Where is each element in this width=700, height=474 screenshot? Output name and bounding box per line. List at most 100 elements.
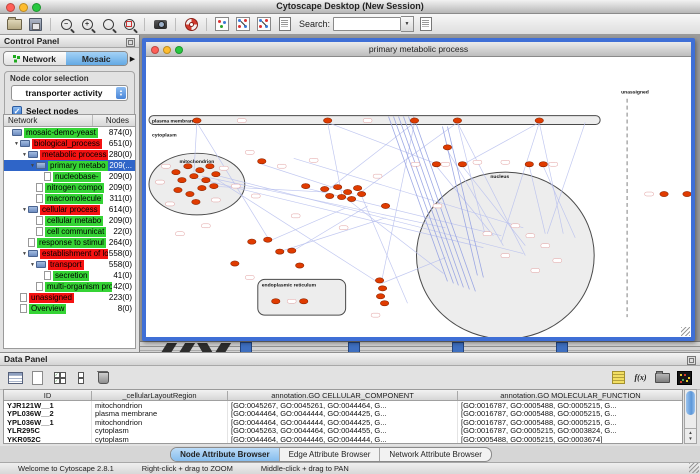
tree-item[interactable]: ▼metabolic process280(0): [4, 149, 135, 160]
table-row[interactable]: YKR052Ccytoplasm[GO:0044464, GO:0044446,…: [4, 435, 682, 444]
layout-icon: [236, 17, 250, 31]
snapshot-button[interactable]: [151, 16, 169, 33]
tab-overflow-arrow[interactable]: ▶: [128, 55, 137, 63]
network-zoom-button[interactable]: [175, 46, 183, 54]
network-canvas[interactable]: plasma membranecytoplasmmitochondrionnuc…: [146, 57, 691, 337]
attribute-browser-tabs: Node Attribute BrowserEdge Attribute Bro…: [0, 446, 700, 462]
browser-tab[interactable]: Edge Attribute Browser: [279, 448, 380, 461]
tree-item-count: 264(0): [108, 238, 135, 247]
folder-icon: [36, 261, 46, 268]
tab-network[interactable]: Network: [4, 52, 66, 65]
tree-item[interactable]: ▼transport558(0): [4, 259, 135, 270]
disclosure-triangle-icon[interactable]: ▼: [21, 207, 28, 213]
tree-item[interactable]: unassigned223(0): [4, 292, 135, 303]
network-view-titlebar[interactable]: primary metabolic process: [146, 42, 691, 57]
column-header[interactable]: ID: [4, 391, 92, 400]
help-button[interactable]: [182, 16, 200, 33]
disclosure-triangle-icon[interactable]: ▼: [21, 251, 28, 257]
scrollbar-thumb[interactable]: [686, 391, 695, 415]
network-close-button[interactable]: [151, 46, 159, 54]
tree-item[interactable]: multi-organism pro42(0): [4, 281, 135, 292]
tree-item[interactable]: Overview8(0): [4, 303, 135, 314]
tree-item[interactable]: cell communicat22(0): [4, 226, 135, 237]
tree-item-count: 41(0): [112, 271, 135, 280]
node-color-dropdown[interactable]: transporter activity ▲▼: [11, 85, 128, 101]
search-options-button[interactable]: [417, 16, 435, 33]
open-session-button[interactable]: [5, 16, 23, 33]
tree-item[interactable]: macromolecule311(0): [4, 193, 135, 204]
tree-item[interactable]: ▼cellular process614(0): [4, 204, 135, 215]
column-header[interactable]: annotation.GO MOLECULAR_FUNCTION: [458, 391, 683, 400]
zoom-selected-button[interactable]: [120, 16, 138, 33]
zoom-out-button[interactable]: −: [57, 16, 75, 33]
disclosure-triangle-icon[interactable]: ▼: [21, 152, 28, 158]
table-row[interactable]: YLR295Ccytoplasm[GO:0045263, GO:0044464,…: [4, 427, 682, 436]
network-file-icon: [20, 293, 27, 302]
layout-button[interactable]: [234, 16, 252, 33]
table-row[interactable]: YPL036W__1mitochondrion[GO:0044464, GO:0…: [4, 418, 682, 427]
tree-item[interactable]: ▼establishment of lo558(0): [4, 248, 135, 259]
float-panel-icon[interactable]: [126, 38, 135, 47]
svg-text:plasma membrane: plasma membrane: [152, 119, 196, 125]
close-button[interactable]: [6, 3, 15, 12]
tree-item[interactable]: response to stimul264(0): [4, 237, 135, 248]
tree-item[interactable]: mosaic-demo-yeast874(0): [4, 127, 135, 138]
browser-tab[interactable]: Network Attribute Browser: [379, 448, 490, 461]
search-dropdown-button[interactable]: ▼: [401, 16, 414, 32]
search-input[interactable]: [333, 17, 401, 31]
table-row[interactable]: YJR121W__1mitochondrion[GO:0045267, GO:0…: [4, 401, 682, 410]
attribute-matrix-button[interactable]: [676, 370, 693, 385]
delete-attribute-button[interactable]: [95, 370, 112, 385]
control-panel-header: Control Panel: [0, 35, 139, 48]
tree-item[interactable]: ▼primary metabo209(...: [4, 160, 135, 171]
function-builder-button[interactable]: f(x): [632, 370, 649, 385]
tree-item[interactable]: nitrogen compo209(0): [4, 182, 135, 193]
network-canvas-container: plasma membranecytoplasmmitochondrionnuc…: [146, 57, 691, 337]
float-panel-icon[interactable]: [687, 356, 696, 365]
scrollbar-arrows[interactable]: ▲▼: [685, 428, 696, 443]
attribute-list-button[interactable]: [610, 370, 627, 385]
import-attributes-button[interactable]: [654, 370, 671, 385]
column-header[interactable]: annotation.GO CELLULAR_COMPONENT: [228, 391, 458, 400]
attribute-sheet-button[interactable]: [7, 370, 24, 385]
window-title: Cytoscape Desktop (New Session): [0, 0, 700, 13]
zoom-button[interactable]: [32, 3, 41, 12]
tree-item[interactable]: cellular metabo209(0): [4, 215, 135, 226]
minimize-button[interactable]: [19, 3, 28, 12]
table-header-row: ID_cellularLayoutRegionannotation.GO CEL…: [4, 390, 682, 401]
table-row[interactable]: YPL036W__2plasma membrane[GO:0044464, GO…: [4, 410, 682, 419]
tree-item[interactable]: secretion41(0): [4, 270, 135, 281]
attribute-table: ID_cellularLayoutRegionannotation.GO CEL…: [3, 389, 683, 444]
tab-mosaic[interactable]: Mosaic: [66, 52, 128, 65]
network-resize-grip[interactable]: [681, 327, 690, 336]
zoom-fit-button[interactable]: [99, 16, 117, 33]
select-attributes-button[interactable]: ✓✓: [51, 370, 68, 385]
column-header[interactable]: _cellularLayoutRegion: [92, 391, 228, 400]
background-windows-strip[interactable]: [140, 341, 700, 352]
tree-item[interactable]: nucleobase-209(0): [4, 171, 135, 182]
save-session-button[interactable]: [26, 16, 44, 33]
disclosure-triangle-icon[interactable]: ▼: [29, 262, 36, 268]
zoom-in-button[interactable]: +: [78, 16, 96, 33]
tree-item-label: cell communicat: [45, 227, 106, 237]
browser-tab[interactable]: Node Attribute Browser: [171, 448, 279, 461]
annotation-button[interactable]: [276, 16, 294, 33]
toolbar-separator: [50, 18, 51, 31]
new-attribute-button[interactable]: [29, 370, 46, 385]
tree-item-label: macromolecule: [45, 194, 103, 204]
window-resize-grip[interactable]: [689, 463, 699, 473]
unselect-attributes-button[interactable]: [73, 370, 90, 385]
vizmapper-button[interactable]: [213, 16, 231, 33]
folder-icon: [28, 151, 38, 158]
svg-text:unassigned: unassigned: [621, 90, 649, 96]
data-panel-header: Data Panel: [0, 353, 700, 366]
table-row[interactable]: YDR039C__1mitochondrion[GO:0044464, GO:0…: [4, 444, 682, 445]
tree-item[interactable]: ▼biological_process651(0): [4, 138, 135, 149]
disclosure-triangle-icon[interactable]: ▼: [13, 141, 20, 147]
network-minimize-button[interactable]: [163, 46, 171, 54]
layout-alt-button[interactable]: [255, 16, 273, 33]
table-scrollbar[interactable]: ▲▼: [684, 389, 697, 444]
tree-item-label: primary metabo: [48, 161, 108, 171]
tree-item-count: 223(0): [108, 293, 135, 302]
disclosure-triangle-icon[interactable]: ▼: [29, 163, 36, 169]
